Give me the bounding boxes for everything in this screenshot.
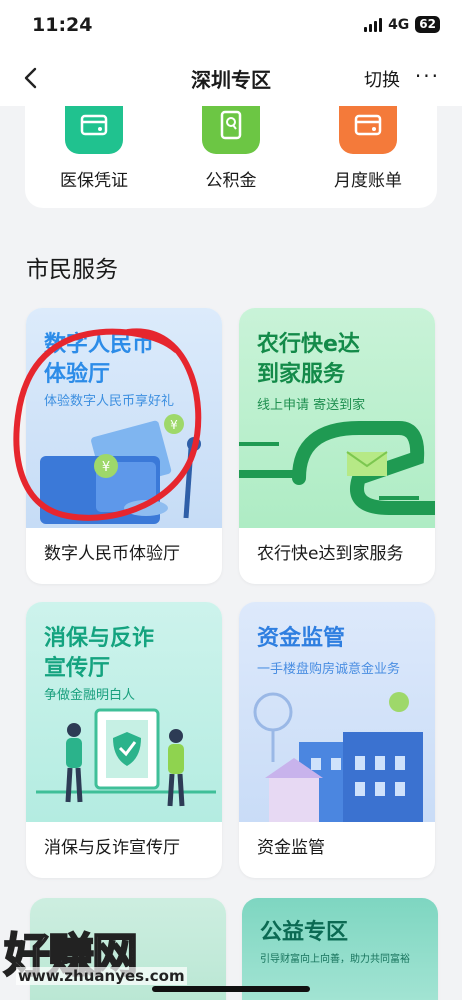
card-title-line1: 资金监管: [257, 626, 346, 651]
card-illustration: 数字人民币 体验厅 体验数字人民币享好礼 ¥ ¥: [26, 308, 222, 528]
card-title-line1: 数字人民币: [44, 332, 155, 357]
express-e-illustration: [239, 421, 435, 515]
nav-bar: 深圳专区 切换 ···: [0, 50, 462, 106]
home-indicator[interactable]: [152, 986, 310, 992]
status-time: 11:24: [32, 14, 93, 36]
status-indicators: 4G 62: [364, 16, 440, 33]
card-subtitle: 引导财富向上向善，助力共同富裕: [260, 954, 410, 965]
shortcut-monthly-bill[interactable]: 月度账单: [313, 106, 423, 191]
wallet-illustration: ¥ ¥: [40, 414, 201, 524]
more-icon[interactable]: ···: [415, 64, 440, 88]
card-title-line1: 农行快e达: [257, 332, 360, 357]
buildings-illustration: [253, 692, 423, 822]
shortcut-card: 医保凭证 公积金 月度账单: [25, 106, 437, 208]
card-title-line2: 体验厅: [44, 362, 111, 387]
card-label: 数字人民币体验厅: [44, 544, 180, 564]
document-icon: [202, 106, 260, 154]
card-illustration: 公益专区 引导财富向上向善，助力共同富裕: [242, 898, 438, 1000]
card-illustration: 资金监管 一手楼盘购房诚意金业务: [239, 602, 435, 822]
shortcut-label: 医保凭证: [60, 171, 128, 191]
card-icon: [65, 106, 123, 154]
card-partial-left[interactable]: [30, 898, 226, 1000]
switch-city-button[interactable]: 切换: [364, 66, 400, 92]
card-illustration: 农行快e达 到家服务 线上申请 寄送到家: [239, 308, 435, 528]
card-label: 农行快e达到家服务: [257, 544, 404, 564]
card-consumer-protection[interactable]: 消保与反诈 宣传厅 争做金融明白人 消保与反诈宣传厅: [26, 602, 222, 878]
card-subtitle: 一手楼盘购房诚意金业务: [257, 662, 401, 677]
card-digital-rmb[interactable]: 数字人民币 体验厅 体验数字人民币享好礼 ¥ ¥ 数字人民币体验厅: [26, 308, 222, 584]
svg-text:¥: ¥: [170, 418, 178, 432]
section-title: 市民服务: [26, 257, 118, 283]
card-fund-supervision[interactable]: 资金监管 一手楼盘购房诚意金业务 资金监管: [239, 602, 435, 878]
card-label: 消保与反诈宣传厅: [44, 838, 180, 858]
status-bar: 11:24 4G 62: [0, 0, 462, 50]
card-subtitle: 线上申请 寄送到家: [257, 398, 366, 413]
card-abc-express[interactable]: 农行快e达 到家服务 线上申请 寄送到家 农行快e达到家服务: [239, 308, 435, 584]
signal-icon: [364, 17, 383, 32]
card-illustration: 消保与反诈 宣传厅 争做金融明白人: [26, 602, 222, 822]
shortcut-medical-insurance[interactable]: 医保凭证: [39, 106, 149, 191]
card-label: 资金监管: [257, 838, 325, 858]
card-subtitle: 体验数字人民币享好礼: [44, 394, 175, 409]
card-title-line2: 宣传厅: [44, 656, 111, 681]
battery-icon: 62: [415, 16, 440, 33]
bill-icon: [339, 106, 397, 154]
card-title-line1: 公益专区: [260, 920, 349, 945]
card-title-line1: 消保与反诈: [44, 626, 155, 651]
card-illustration: [30, 898, 226, 1000]
shortcut-housing-fund[interactable]: 公积金: [176, 106, 286, 191]
shortcut-label: 月度账单: [334, 171, 402, 191]
card-public-welfare[interactable]: 公益专区 引导财富向上向善，助力共同富裕: [242, 898, 438, 1000]
card-subtitle: 争做金融明白人: [44, 688, 136, 703]
shield-exhibit-illustration: [36, 708, 216, 807]
network-type: 4G: [388, 16, 410, 33]
card-title-line2: 到家服务: [257, 362, 346, 387]
shortcut-label: 公积金: [205, 171, 257, 191]
svg-text:¥: ¥: [102, 460, 110, 475]
